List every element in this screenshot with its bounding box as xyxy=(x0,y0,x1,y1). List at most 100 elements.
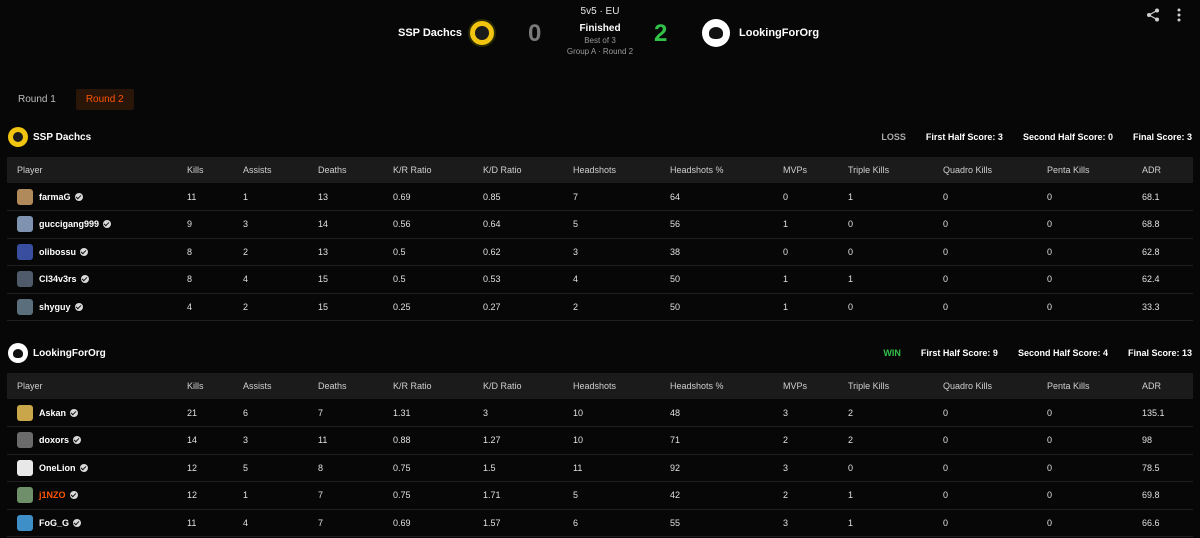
stat-cell: 0 xyxy=(773,238,838,266)
stat-cell: 0 xyxy=(933,481,1037,510)
column-header: Assists xyxy=(233,157,308,183)
match-header: SSP Dachcs 0 5v5 · EU Finished Best of 3… xyxy=(0,0,1200,70)
stat-cell: 0 xyxy=(1037,454,1132,482)
stat-cell: 0.5 xyxy=(383,238,473,266)
stat-cell: 2 xyxy=(838,426,933,455)
stat-cell: 48 xyxy=(660,399,773,427)
team-a-logo[interactable] xyxy=(468,19,496,47)
avatar[interactable] xyxy=(17,216,33,233)
stat-cell: 0 xyxy=(933,183,1037,211)
column-header: ADR xyxy=(1132,157,1193,183)
player-name[interactable]: j1NZO xyxy=(39,490,66,500)
stat-cell: 11 xyxy=(177,183,233,211)
team-b-label[interactable]: LookingForOrg xyxy=(33,348,106,359)
column-header: Kills xyxy=(177,157,233,183)
stat-cell: 0.88 xyxy=(383,426,473,455)
avatar[interactable] xyxy=(17,459,33,476)
avatar[interactable] xyxy=(17,243,33,260)
stat-cell: 3 xyxy=(233,426,308,455)
player-name[interactable]: FoG_G xyxy=(39,518,69,528)
stat-cell: 7 xyxy=(308,399,383,427)
stat-cell: 68.1 xyxy=(1132,183,1193,211)
team-a-label[interactable]: SSP Dachcs xyxy=(33,132,91,143)
team-b-name[interactable]: LookingForOrg xyxy=(739,27,819,39)
team-b-score: 2 xyxy=(654,20,668,47)
stat-cell: 38 xyxy=(660,238,773,266)
stat-cell: 3 xyxy=(773,399,838,427)
stat-cell: 0.62 xyxy=(473,238,563,266)
stat-cell: 0 xyxy=(933,210,1037,239)
stat-cell: 4 xyxy=(233,509,308,537)
avatar[interactable] xyxy=(17,432,33,449)
player-cell: guccigang999 xyxy=(7,210,177,239)
stat-cell: 4 xyxy=(563,265,660,294)
column-header: Triple Kills xyxy=(838,157,933,183)
stat-cell: 66.6 xyxy=(1132,509,1193,537)
player-cell: FoG_G xyxy=(7,509,177,537)
stat-cell: 14 xyxy=(177,426,233,455)
stat-cell: 6 xyxy=(233,399,308,427)
verified-icon xyxy=(74,192,83,201)
team-b-first-half: First Half Score: 9 xyxy=(920,348,998,358)
player-name[interactable]: OneLion xyxy=(39,463,76,473)
stat-cell: 1 xyxy=(233,183,308,211)
share-icon[interactable] xyxy=(1146,8,1160,22)
stat-cell: 11 xyxy=(563,454,660,482)
avatar[interactable] xyxy=(17,298,33,315)
team-a-section: SSP Dachcs LOSS First Half Score: 3 Seco… xyxy=(0,124,1200,321)
tab-round-1[interactable]: Round 1 xyxy=(8,89,66,110)
player-name[interactable]: doxors xyxy=(39,435,69,445)
table-header-row: Player Kills Assists Deaths K/R Ratio K/D Rat… xyxy=(7,157,1193,183)
player-name[interactable]: olibossu xyxy=(39,247,76,257)
verified-icon xyxy=(103,220,112,229)
player-cell: olibossu xyxy=(7,238,177,266)
stat-cell: 0 xyxy=(1037,210,1132,239)
stat-cell: 14 xyxy=(308,210,383,239)
stat-cell: 0 xyxy=(933,426,1037,455)
stat-cell: 55 xyxy=(660,509,773,537)
stat-cell: 0 xyxy=(933,454,1037,482)
player-cell: j1NZO xyxy=(7,481,177,510)
team-a-result: LOSS xyxy=(881,132,906,142)
player-cell: shyguy xyxy=(7,293,177,321)
avatar[interactable] xyxy=(17,404,33,421)
more-vertical-icon[interactable] xyxy=(1174,7,1184,23)
stat-cell: 2 xyxy=(563,293,660,321)
avatar[interactable] xyxy=(17,487,33,504)
avatar[interactable] xyxy=(17,271,33,288)
stat-cell: 2 xyxy=(773,481,838,510)
stat-cell: 56 xyxy=(660,210,773,239)
player-name[interactable]: Cl34v3rs xyxy=(39,274,77,284)
stat-cell: 3 xyxy=(473,399,563,427)
stat-cell: 5 xyxy=(233,454,308,482)
stat-cell: 3 xyxy=(563,238,660,266)
player-name[interactable]: guccigang999 xyxy=(39,219,99,229)
player-name[interactable]: farmaG xyxy=(39,192,71,202)
stat-cell: 42 xyxy=(660,481,773,510)
stat-cell: 3 xyxy=(233,210,308,239)
team-a-name[interactable]: SSP Dachcs xyxy=(398,27,462,39)
column-header: Headshots xyxy=(563,373,660,399)
table-row: Cl34v3rs 8 4 15 0.5 0.53 4 50 1 1 0 0 62.4 xyxy=(7,265,1193,294)
stat-cell: 1.57 xyxy=(473,509,563,537)
stat-cell: 6 xyxy=(563,509,660,537)
stat-cell: 7 xyxy=(308,481,383,510)
team-b-logo[interactable] xyxy=(702,19,730,47)
stat-cell: 50 xyxy=(660,293,773,321)
player-cell: Askan xyxy=(7,399,177,427)
tab-round-2[interactable]: Round 2 xyxy=(75,89,134,110)
verified-icon xyxy=(80,275,89,284)
stat-cell: 10 xyxy=(563,426,660,455)
stat-cell: 4 xyxy=(177,293,233,321)
column-header: K/D Ratio xyxy=(473,157,563,183)
column-header: Triple Kills xyxy=(838,373,933,399)
avatar[interactable] xyxy=(17,188,33,205)
stat-cell: 0 xyxy=(838,454,933,482)
player-name[interactable]: shyguy xyxy=(39,302,71,312)
player-name[interactable]: Askan xyxy=(39,408,66,418)
verified-icon xyxy=(69,491,78,500)
avatar[interactable] xyxy=(17,514,33,531)
column-header: Kills xyxy=(177,373,233,399)
stat-cell: 3 xyxy=(773,509,838,537)
team-b-section: LookingForOrg WIN First Half Score: 9 Se… xyxy=(0,340,1200,537)
